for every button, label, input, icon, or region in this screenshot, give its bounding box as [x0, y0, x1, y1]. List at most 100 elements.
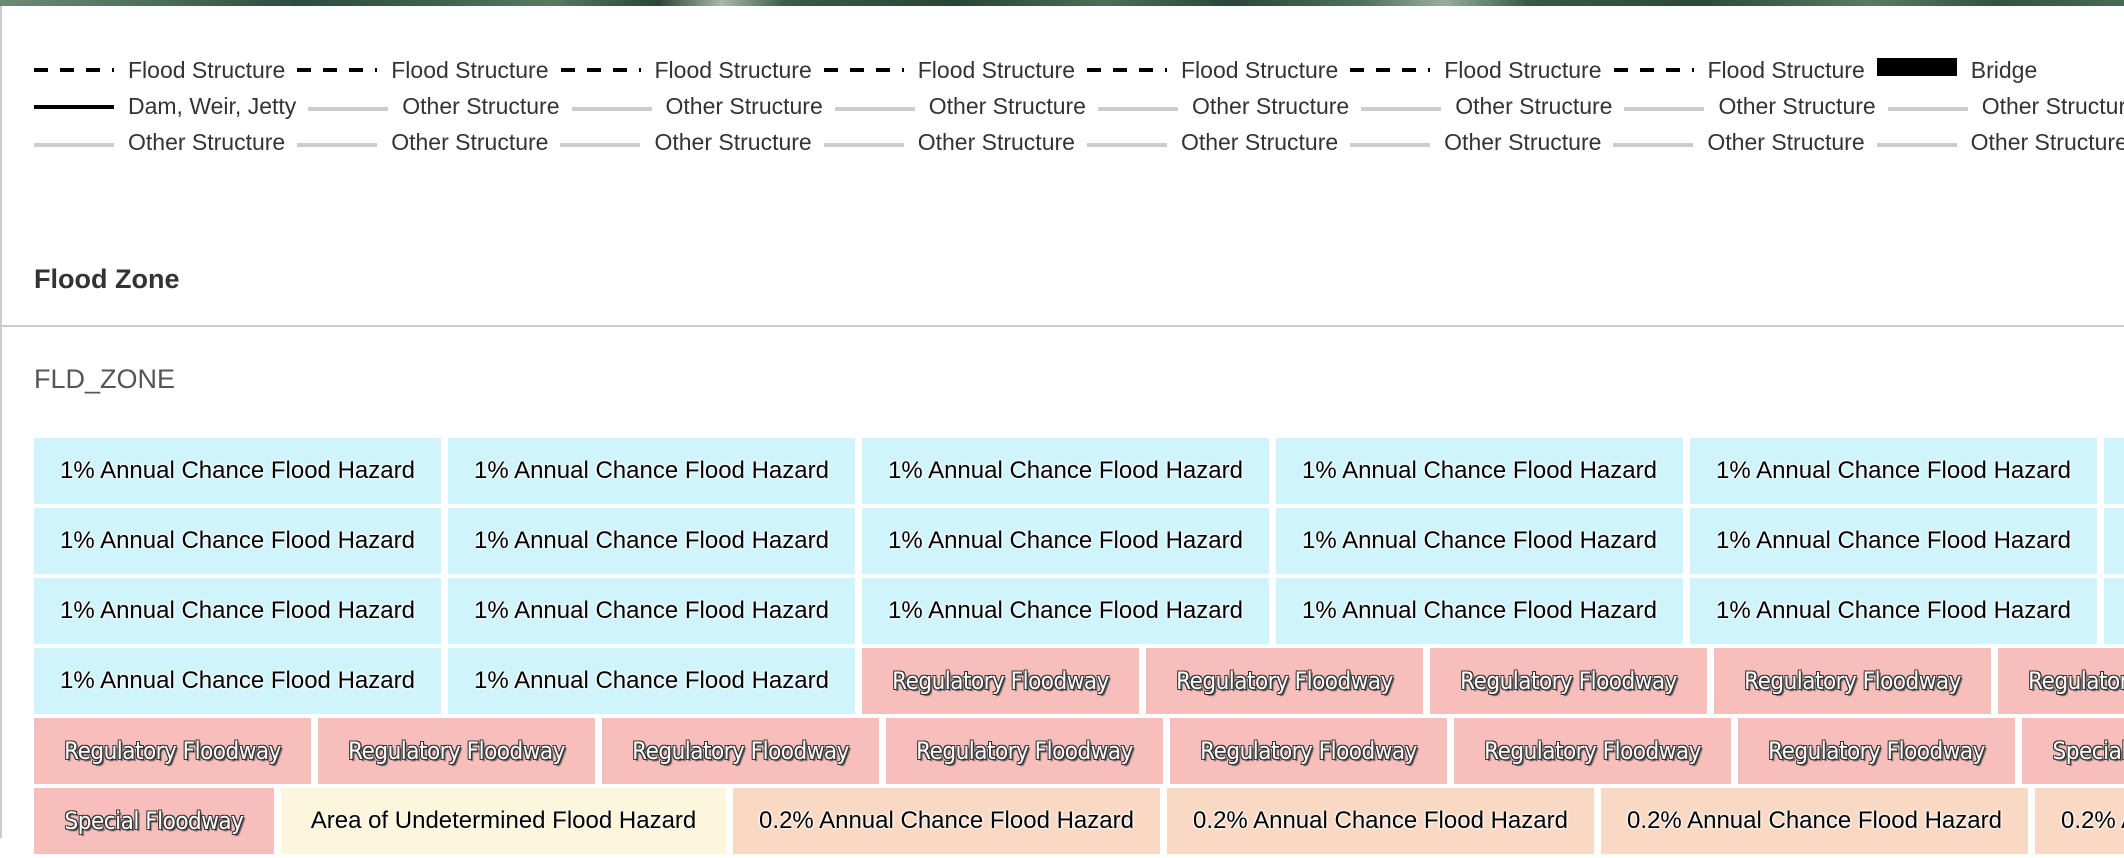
zone-1pct-annual-chance: 1% Annual Chance Flood Hazard — [448, 578, 855, 644]
zone-1pct-annual-chance: 1% Annual Chance Flood Hazard — [862, 508, 1269, 574]
zone-1pct-annual-chance: 1% Annual Chance Flood Hazard — [448, 508, 855, 574]
flood-zone-legend: 1% Annual Chance Flood Hazard 1% Annual C… — [34, 438, 2124, 858]
zone-1pct-annual-chance: 1% Annual Chance Flood Hazard — [862, 578, 1269, 644]
zone-regulatory-floodway: Regulatory Floodway — [1170, 718, 1447, 784]
legend-label: Flood Structure — [391, 56, 549, 83]
solid-grey-line-icon — [1097, 100, 1178, 112]
legend-label: Other Structure — [391, 128, 549, 155]
solid-grey-line-icon — [308, 100, 389, 112]
solid-grey-line-icon — [34, 136, 114, 148]
section-divider — [2, 325, 2124, 327]
zone-row: Regulatory Floodway Regulatory Floodway Re… — [34, 718, 2124, 784]
legend-item: Other Structure — [297, 129, 548, 156]
zone-1pct-annual-chance: 1% Annual Chance Flood Hazard — [34, 438, 441, 504]
solid-grey-line-icon — [297, 136, 378, 148]
legend-label: Other Structure — [928, 92, 1086, 119]
dashed-black-line-icon — [1350, 64, 1431, 76]
zone-0-2pct-annual-chance: 0.2% Annual Chance Flood Hazard — [1167, 788, 1594, 854]
legend-label: Other Structure — [917, 128, 1075, 155]
legend-label: Other Structure — [402, 92, 560, 119]
legend-item: Other Structure — [1350, 129, 1601, 156]
solid-grey-line-icon — [560, 136, 641, 148]
legend-label: Dam, Weir, Jetty — [128, 92, 297, 119]
black-block-icon — [1876, 58, 1957, 76]
legend-label: Other Structure — [128, 128, 286, 155]
legend-label: Flood Structure — [654, 56, 812, 83]
dashed-black-line-icon — [1613, 64, 1694, 76]
zone-1pct-annual-chance: 1% Annual Chance Flood Hazard — [448, 648, 855, 714]
zone-1pct-annual-chance: 1% Annual Chance Flood Hazard — [1276, 438, 1683, 504]
solid-grey-line-icon — [1350, 136, 1431, 148]
solid-black-line-icon — [34, 100, 114, 112]
layer-title: Flood Zone — [34, 264, 180, 294]
legend-item: Other Structure — [1086, 128, 1339, 156]
zone-regulatory-floodway: Regulatory Floodway — [1738, 718, 2015, 784]
legend-label: Flood Structure — [917, 56, 1075, 83]
zone-1pct-annual-chance: 1% Annual Chance Flood Hazard — [862, 438, 1269, 504]
legend-panel: Flood Structure Flood Structure Flood Stru… — [0, 6, 2124, 854]
legend-item: Other Structure — [1624, 93, 1876, 120]
zone-regulatory-floodway: Regulatory Floodway — [1998, 648, 2124, 714]
legend-item: Other Structure — [1876, 128, 2124, 156]
legend-label: Flood Structure — [1181, 56, 1339, 83]
zone-regulatory-floodway: Regulatory Floodway — [1714, 648, 1991, 714]
legend-row: Dam, Weir, Jetty Other Structure Other Str… — [34, 88, 2124, 124]
zone-row: 1% Annual Chance Flood Hazard 1% Annual C… — [34, 508, 2124, 574]
zone-special-floodway: Special Floodway — [2022, 718, 2124, 784]
zone-0-2pct-annual-chance: 0.2% Annual Chance Flood Hazard — [733, 788, 1160, 854]
dashed-black-line-icon — [1087, 64, 1167, 76]
legend-item: Other Structure — [1361, 93, 1612, 120]
legend-item: Other Structure — [1887, 92, 2124, 120]
legend-label: Other Structure — [1970, 128, 2124, 155]
zone-row: 1% Annual Chance Flood Hazard 1% Annual C… — [34, 578, 2124, 644]
solid-grey-line-icon — [1361, 100, 1442, 112]
zone-1pct-annual-chance: 1% Annual Chance Flood Hazard — [1276, 508, 1683, 574]
structures-legend: Flood Structure Flood Structure Flood Stru… — [34, 52, 2124, 160]
zone-regulatory-floodway: Regulatory Floodway — [1430, 648, 1707, 714]
legend-item: Other Structure — [1097, 92, 1350, 120]
zone-regulatory-floodway: Regulatory Floodway — [862, 648, 1139, 714]
legend-item: Other Structure — [571, 93, 823, 120]
solid-grey-line-icon — [1876, 136, 1957, 148]
zone-row: 1% Annual Chance Flood Hazard 1% Annual C… — [34, 438, 2124, 504]
legend-item: Flood Structure — [1350, 57, 1602, 84]
solid-grey-line-icon — [571, 100, 652, 112]
solid-grey-line-icon — [1624, 100, 1705, 112]
legend-label: Other Structure — [1180, 128, 1339, 155]
zone-1pct-annual-chance: 1% Annual Chance Flood Hazard — [1690, 578, 2097, 644]
zone-1pct-annual-chance: 1% Annual Chance Flood Hazard — [1276, 578, 1683, 644]
legend-item: Other Structure — [34, 129, 285, 156]
legend-item: Other Structure — [834, 92, 1086, 120]
legend-label: Flood Structure — [128, 56, 286, 83]
zone-special-floodway: Special Floodway — [34, 788, 274, 854]
legend-label: Other Structure — [1981, 92, 2124, 119]
legend-label: Other Structure — [654, 128, 812, 155]
dashed-black-line-icon — [560, 64, 641, 76]
solid-grey-line-icon — [1613, 136, 1694, 148]
legend-label: Flood Structure — [1707, 56, 1865, 83]
solid-grey-line-icon — [834, 100, 915, 112]
legend-item: Dam, Weir, Jetty — [34, 93, 296, 120]
legend-label: Other Structure — [1455, 92, 1613, 119]
legend-item: Other Structure — [560, 128, 812, 156]
zone-regulatory-floodway: Regulatory Floodway — [34, 718, 311, 784]
legend-item: Other Structure — [308, 92, 560, 120]
zone-row: Special Floodway Area of Undetermined Flo… — [34, 788, 2124, 854]
legend-item: Flood Structure — [560, 56, 812, 84]
legend-item: Flood Structure — [1613, 56, 1865, 84]
dashed-black-line-icon — [34, 64, 114, 76]
dashed-black-line-icon — [297, 64, 378, 76]
zone-1pct-annual-chance: 1% Annual Chance Flood Hazard — [34, 648, 441, 714]
zone-1pct-annual-chance — [2104, 438, 2124, 504]
legend-row: Flood Structure Flood Structure Flood Stru… — [34, 52, 2124, 88]
zone-1pct-annual-chance: 1% Annual Chance Flood Hazard — [1690, 438, 2097, 504]
legend-item: Flood Structure — [823, 56, 1075, 84]
solid-grey-line-icon — [1086, 136, 1167, 148]
legend-label: Other Structure — [1191, 92, 1350, 119]
legend-item: Flood Structure — [34, 57, 285, 84]
zone-regulatory-floodway: Regulatory Floodway — [1146, 648, 1423, 714]
field-name-label: FLD_ZONE — [34, 364, 176, 394]
dashed-black-line-icon — [823, 64, 904, 76]
zone-0-2pct-annual-chance: 0.2% Annual Chance Flood Hazard — [2035, 788, 2124, 854]
legend-item: Other Structure — [1613, 129, 1865, 156]
